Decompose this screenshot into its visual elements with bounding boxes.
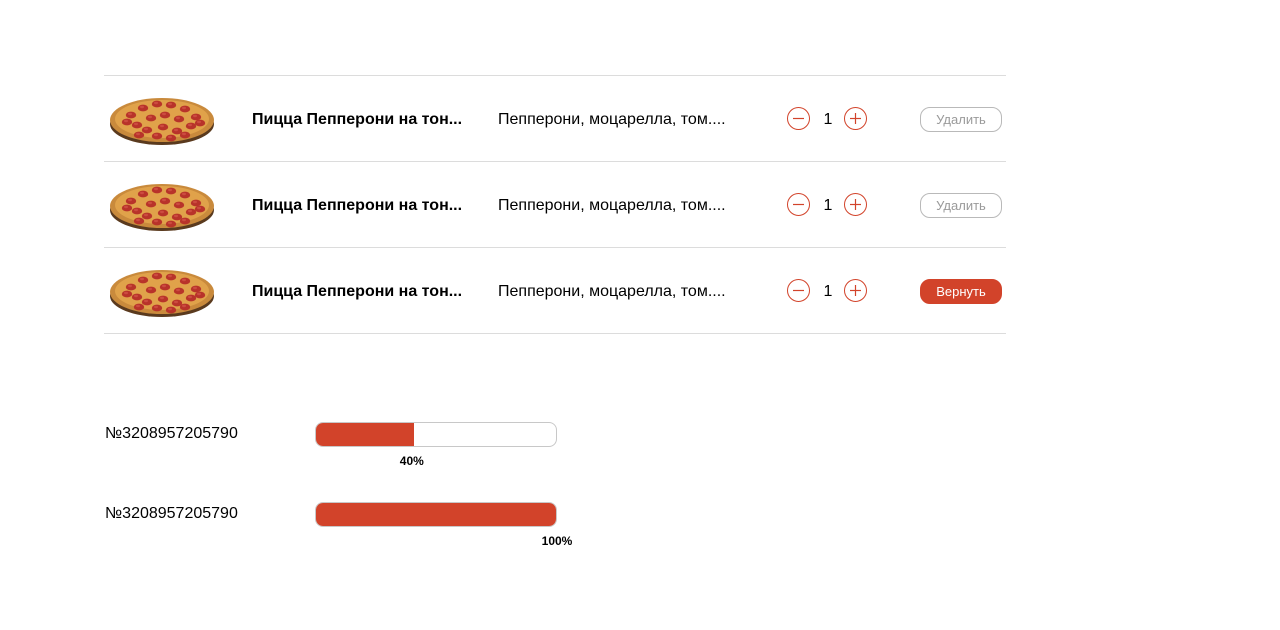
product-name: Пицца Пепперони на тон... — [252, 197, 463, 214]
quantity-value: 1 — [823, 111, 833, 128]
product-name: Пицца Пепперони на тон... — [252, 111, 463, 128]
remove-item-button[interactable]: Удалить — [920, 107, 1002, 132]
pizza-image — [110, 270, 214, 317]
product-description: Пепперони, моцарелла, том.... — [498, 111, 726, 128]
quantity-value: 1 — [823, 197, 833, 214]
decrease-quantity-button[interactable] — [787, 279, 810, 302]
progress-bar — [315, 502, 557, 527]
cart-item-row: Пицца Пепперони на тон... Пепперони, моц… — [104, 248, 1006, 334]
restore-item-button[interactable]: Вернуть — [920, 279, 1002, 304]
order-progress-row: №3208957205790 40% — [104, 422, 574, 482]
product-description: Пепперони, моцарелла, том.... — [498, 283, 726, 300]
decrease-quantity-button[interactable] — [787, 107, 810, 130]
progress-label: 100% — [541, 534, 573, 548]
increase-quantity-button[interactable] — [844, 193, 867, 216]
cart-item-row: Пицца Пепперони на тон... Пепперони, моц… — [104, 76, 1006, 162]
increase-quantity-button[interactable] — [844, 107, 867, 130]
decrease-quantity-button[interactable] — [787, 193, 810, 216]
cart-item-row: Пицца Пепперони на тон... Пепперони, моц… — [104, 162, 1006, 248]
minus-icon — [793, 117, 804, 120]
progress-fill — [316, 503, 556, 526]
progress-bar — [315, 422, 557, 447]
increase-quantity-button[interactable] — [844, 279, 867, 302]
order-progress-row: №3208957205790 100% — [104, 502, 574, 562]
plus-icon — [850, 285, 861, 296]
cart-list: Пицца Пепперони на тон... Пепперони, моц… — [104, 75, 1006, 334]
minus-icon — [793, 203, 804, 206]
plus-icon — [850, 199, 861, 210]
pizza-image — [110, 184, 214, 231]
progress-fill — [316, 423, 414, 446]
pizza-image — [110, 98, 214, 145]
product-name: Пицца Пепперони на тон... — [252, 283, 463, 300]
order-number: №3208957205790 — [105, 505, 238, 522]
remove-item-button[interactable]: Удалить — [920, 193, 1002, 218]
quantity-value: 1 — [823, 283, 833, 300]
plus-icon — [850, 113, 861, 124]
product-description: Пепперони, моцарелла, том.... — [498, 197, 726, 214]
order-number: №3208957205790 — [105, 425, 238, 442]
progress-label: 40% — [399, 454, 424, 468]
minus-icon — [793, 289, 804, 292]
